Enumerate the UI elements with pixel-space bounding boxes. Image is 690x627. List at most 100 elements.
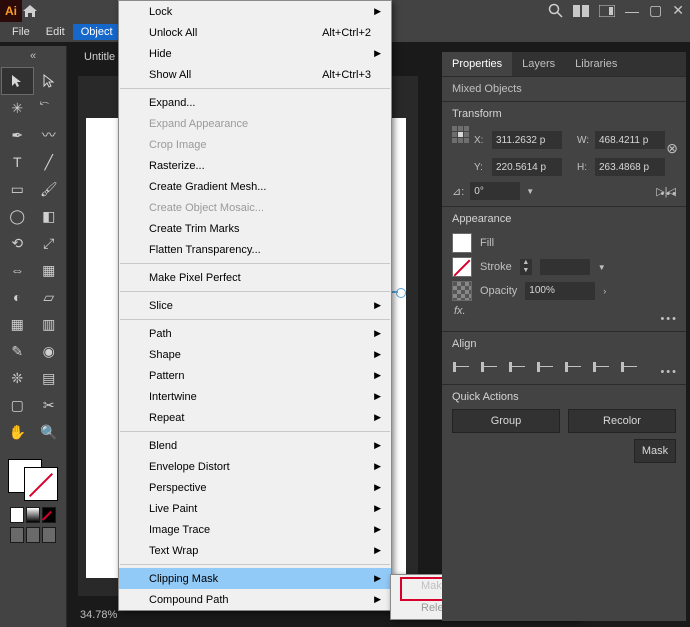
menu-item[interactable]: Create Trim Marks [119,218,391,239]
fill-stroke-swatch[interactable] [8,459,58,501]
align-bottom-icon[interactable] [592,360,610,374]
menu-item[interactable]: Pattern▶ [119,365,391,386]
x-input[interactable] [492,131,562,149]
artboard-tool[interactable]: ▢ [2,392,33,418]
opacity-arrow-icon[interactable]: › [603,286,606,296]
stroke-swatch[interactable] [452,257,472,277]
menu-item[interactable]: Lock▶ [119,1,391,22]
hand-tool[interactable]: ✋ [2,419,33,445]
w-input[interactable] [595,131,665,149]
tab-layers[interactable]: Layers [512,52,565,76]
menu-item[interactable]: Repeat▶ [119,407,391,428]
h-input[interactable] [595,158,665,176]
menu-item[interactable]: Envelope Distort▶ [119,456,391,477]
shape-builder-tool[interactable]: ◐ [2,284,33,310]
blend-tool[interactable]: ◉ [34,338,65,364]
selection-tool[interactable] [2,68,33,94]
menu-item[interactable]: Compound Path▶ [119,589,391,610]
opacity-value[interactable]: 100% [525,282,595,300]
maximize-icon[interactable]: ▢ [649,2,662,19]
menu-object[interactable]: Object [73,24,121,40]
tab-libraries[interactable]: Libraries [565,52,627,76]
menu-edit[interactable]: Edit [38,24,73,40]
scale-tool[interactable]: ⤢ [34,230,65,256]
line-tool[interactable]: ╱ [34,149,65,175]
menu-item[interactable]: Unlock AllAlt+Ctrl+2 [119,22,391,43]
workspace-icon[interactable] [599,5,615,17]
y-input[interactable] [492,158,562,176]
rotate-tool[interactable]: ⟲ [2,230,33,256]
stroke-dd-icon[interactable]: ▼ [598,263,606,272]
menu-item[interactable]: Show AllAlt+Ctrl+3 [119,64,391,85]
opacity-swatch[interactable] [452,281,472,301]
close-icon[interactable]: ✕ [672,2,684,19]
color-mode-toggle[interactable] [4,505,62,525]
fx-button[interactable]: fx. [452,303,676,325]
align-vcenter-icon[interactable] [564,360,582,374]
lasso-tool[interactable]: ⃔ [34,95,65,121]
magic-wand-tool[interactable]: ✳ [2,95,33,121]
gradient-tool[interactable]: ▥ [34,311,65,337]
menu-item[interactable]: Shape▶ [119,344,391,365]
home-icon[interactable] [22,4,52,18]
rectangle-tool[interactable]: ▭ [2,176,33,202]
curvature-tool[interactable]: 〰 [34,122,65,148]
angle-input[interactable] [470,182,520,200]
zoom-level[interactable]: 34.78% [80,609,117,621]
search-icon[interactable] [548,3,563,18]
menu-item[interactable]: Flatten Transparency... [119,239,391,260]
menu-item[interactable]: Path▶ [119,323,391,344]
stroke-stepper[interactable]: ▲▼ [520,259,532,275]
eyedropper-tool[interactable]: ✎ [2,338,33,364]
menu-item[interactable]: Image Trace▶ [119,519,391,540]
paintbrush-tool[interactable]: 🖌 [34,176,65,202]
menu-item[interactable]: Slice▶ [119,295,391,316]
group-button[interactable]: Group [452,409,560,433]
graph-tool[interactable]: ▤ [34,365,65,391]
type-tool[interactable]: T [2,149,33,175]
menu-item[interactable]: Blend▶ [119,435,391,456]
mesh-tool[interactable]: ▦ [2,311,33,337]
draw-mode-toggle[interactable] [4,525,62,545]
zoom-tool[interactable]: 🔍 [34,419,65,445]
align-to-icon[interactable] [620,360,638,374]
align-hcenter-icon[interactable] [480,360,498,374]
angle-dd-icon[interactable]: ▼ [526,187,534,196]
menu-item[interactable]: Make Pixel Perfect [119,267,391,288]
menu-item[interactable]: Create Gradient Mesh... [119,176,391,197]
free-transform-tool[interactable]: ▦ [34,257,65,283]
slice-tool[interactable]: ✂ [34,392,65,418]
appearance-more-icon[interactable]: ••• [660,313,678,325]
eraser-tool[interactable]: ◧ [34,203,65,229]
reference-point[interactable] [452,126,470,154]
align-title: Align [452,338,676,350]
symbol-tool[interactable]: ❊ [2,365,33,391]
align-top-icon[interactable] [536,360,554,374]
recolor-button[interactable]: Recolor [568,409,676,433]
direct-selection-tool[interactable] [34,68,65,94]
menu-file[interactable]: File [4,24,38,40]
pen-tool[interactable]: ✒ [2,122,33,148]
link-wh-icon[interactable]: ⊗ [666,140,678,157]
align-left-icon[interactable] [452,360,470,374]
menu-item[interactable]: Intertwine▶ [119,386,391,407]
minimize-icon[interactable]: — [625,3,639,19]
menu-item[interactable]: Live Paint▶ [119,498,391,519]
arrange-icon[interactable] [573,5,589,17]
fill-swatch[interactable] [452,233,472,253]
align-right-icon[interactable] [508,360,526,374]
menu-item[interactable]: Perspective▶ [119,477,391,498]
more-options-icon[interactable]: ••• [660,188,678,200]
shaper-tool[interactable]: ◯ [2,203,33,229]
align-more-icon[interactable]: ••• [660,366,678,378]
menu-item[interactable]: Clipping Mask▶ [119,568,391,589]
menu-item[interactable]: Rasterize... [119,155,391,176]
menu-item[interactable]: Hide▶ [119,43,391,64]
stroke-weight-dd[interactable] [540,259,590,275]
menu-item[interactable]: Expand... [119,92,391,113]
tab-properties[interactable]: Properties [442,52,512,76]
mask-button[interactable]: Mask [634,439,676,463]
perspective-tool[interactable]: ▱ [34,284,65,310]
width-tool[interactable]: ⇔ [2,257,33,283]
menu-item[interactable]: Text Wrap▶ [119,540,391,561]
